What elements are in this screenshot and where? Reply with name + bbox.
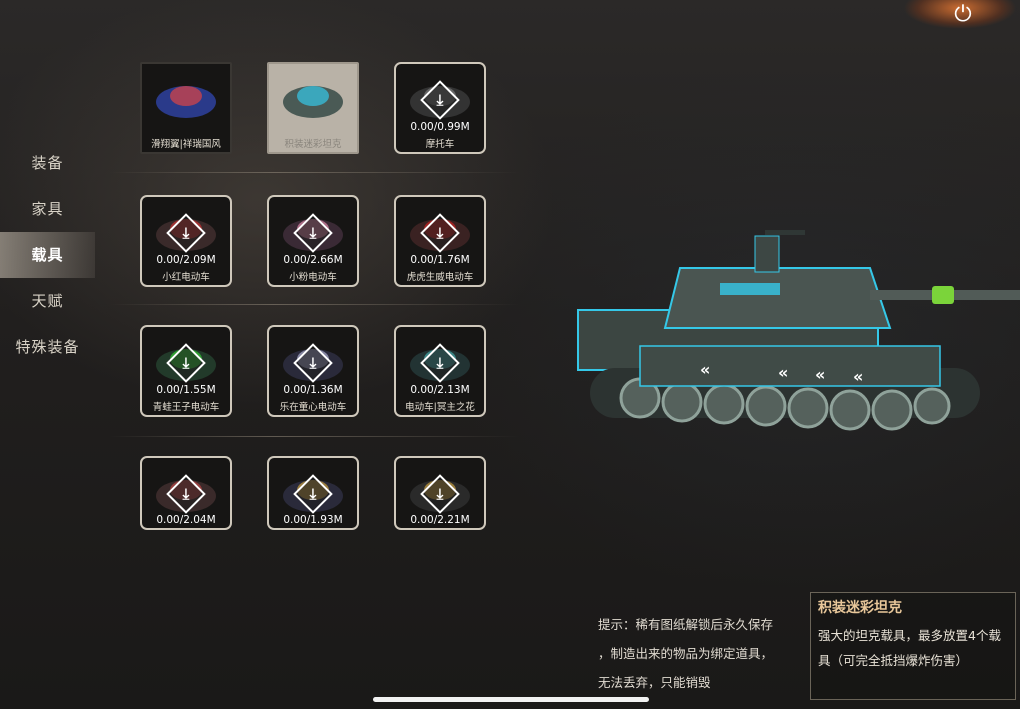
hint-text: 提示：稀有图纸解锁后永久保存 ，制造出来的物品为绑定道具， 无法丢弃，只能销毁 <box>598 610 798 697</box>
download-icon: ⤓ <box>182 224 190 242</box>
download-progress: 0.00/1.76M <box>410 254 470 266</box>
download-icon: ⤓ <box>309 224 317 242</box>
hint-line: 提示：稀有图纸解锁后永久保存 <box>598 617 774 632</box>
vehicle-slot[interactable]: ⤓ 0.00/1.36M 乐在童心电动车 <box>267 325 359 417</box>
vehicle-slot[interactable]: ⤓ 0.00/2.21M <box>394 456 486 530</box>
vehicle-slot[interactable]: ⤓ 0.00/2.66M 小粉电动车 <box>267 195 359 287</box>
sidebar-item-vehicles[interactable]: 载具 <box>0 232 95 278</box>
sidebar-item-equipment[interactable]: 装备 <box>0 140 95 186</box>
home-indicator <box>373 697 649 702</box>
item-description: 强大的坦克载具，最多放置4个载 具（可完全抵挡爆炸伤害） <box>818 623 1008 673</box>
download-progress: 0.00/2.13M <box>410 384 470 396</box>
power-icon[interactable]: ⏻ <box>950 2 976 28</box>
tank-thumbnail <box>269 70 357 130</box>
item-description-line: 具（可完全抵挡爆炸伤害） <box>818 653 969 668</box>
hint-line: 无法丢弃，只能销毁 <box>598 675 711 690</box>
download-progress: 0.00/0.99M <box>410 121 470 133</box>
vehicle-name: 青蛙王子电动车 <box>152 402 220 413</box>
vehicle-slot[interactable]: ⤓ 0.00/1.55M 青蛙王子电动车 <box>140 325 232 417</box>
download-icon: ⤓ <box>309 354 317 372</box>
download-progress: 0.00/2.66M <box>283 254 343 266</box>
sidebar-item-furniture[interactable]: 家具 <box>0 186 95 232</box>
svg-text:«: « <box>700 360 710 379</box>
download-progress: 0.00/2.04M <box>156 514 216 526</box>
vehicle-name: 小粉电动车 <box>289 272 337 283</box>
row-divider <box>110 436 520 437</box>
download-icon: ⤓ <box>309 485 317 503</box>
download-icon: ⤓ <box>436 354 444 372</box>
item-title: 积装迷彩坦克 <box>818 600 902 616</box>
download-icon: ⤓ <box>182 485 190 503</box>
glider-thumbnail <box>142 70 230 130</box>
vehicle-name: 摩托车 <box>425 139 455 150</box>
download-icon: ⤓ <box>436 485 444 503</box>
row-divider <box>110 304 520 305</box>
svg-text:«: « <box>778 363 788 382</box>
row-divider <box>110 172 520 173</box>
vehicle-slot[interactable]: 积装迷彩坦克 <box>267 62 359 154</box>
download-icon: ⤓ <box>182 354 190 372</box>
hint-line: ，制造出来的物品为绑定道具， <box>598 646 774 661</box>
tank-model-image: « « « « <box>577 230 1020 431</box>
download-icon: ⤓ <box>436 91 444 109</box>
sidebar-item-special-equipment[interactable]: 特殊装备 <box>0 324 95 370</box>
svg-text:«: « <box>815 365 825 384</box>
download-progress: 0.00/1.55M <box>156 384 216 396</box>
vehicle-name: 小红电动车 <box>162 272 210 283</box>
download-progress: 0.00/2.09M <box>156 254 216 266</box>
vehicle-slot[interactable]: ⤓ 0.00/1.93M <box>267 456 359 530</box>
vehicle-slot[interactable]: ⤓ 0.00/2.09M 小红电动车 <box>140 195 232 287</box>
sidebar-item-talent[interactable]: 天赋 <box>0 278 95 324</box>
download-progress: 0.00/2.21M <box>410 514 470 526</box>
vehicle-name: 电动车|冥主之花 <box>405 402 475 413</box>
download-icon: ⤓ <box>436 224 444 242</box>
svg-text:«: « <box>853 367 863 386</box>
item-info-panel: 积装迷彩坦克 强大的坦克载具，最多放置4个载 具（可完全抵挡爆炸伤害） <box>810 592 1016 700</box>
vehicle-slot[interactable]: 滑翔翼|祥瑞国风 <box>140 62 232 154</box>
vehicle-slot[interactable]: ⤓ 0.00/2.04M <box>140 456 232 530</box>
vehicle-slot[interactable]: ⤓ 0.00/2.13M 电动车|冥主之花 <box>394 325 486 417</box>
download-progress: 0.00/1.36M <box>283 384 343 396</box>
tank-preview: « « « « <box>570 228 1020 448</box>
vehicle-name: 滑翔翼|祥瑞国风 <box>151 139 221 150</box>
vehicle-name: 虎虎生威电动车 <box>406 272 474 283</box>
category-sidebar: 装备 家具 载具 天赋 特殊装备 <box>0 140 95 370</box>
vehicle-slot[interactable]: ⤓ 0.00/0.99M 摩托车 <box>394 62 486 154</box>
item-description-line: 强大的坦克载具，最多放置4个载 <box>818 628 1001 643</box>
vehicle-name: 乐在童心电动车 <box>279 402 347 413</box>
vehicle-slot[interactable]: ⤓ 0.00/1.76M 虎虎生威电动车 <box>394 195 486 287</box>
vehicle-name: 积装迷彩坦克 <box>284 139 342 150</box>
download-progress: 0.00/1.93M <box>283 514 343 526</box>
